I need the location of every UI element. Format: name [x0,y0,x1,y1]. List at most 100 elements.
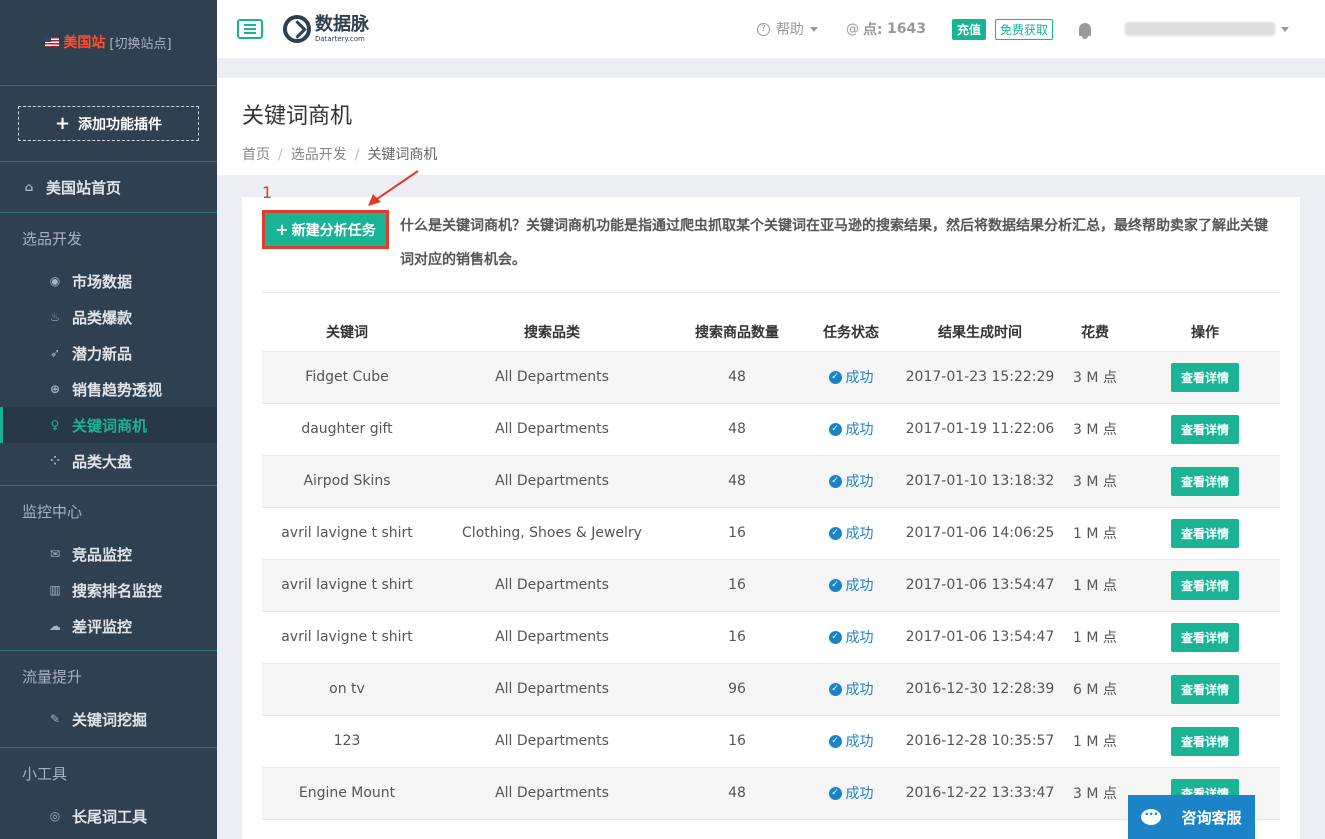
cell-time: 2017-01-10 13:18:32 [900,455,1060,508]
grid-icon: ⁘ [49,454,61,468]
sidebar-section-title: 流量提升 [22,667,83,686]
free-points-button[interactable]: 免费获取 [994,18,1053,40]
check-circle-icon: ✓ [828,682,842,696]
new-analysis-task-button[interactable]: + 新建分析任务 [262,210,389,249]
cell-keyword: avril lavigne t shirt [262,559,432,612]
cell-category: Clothing, Shoes & Jewelry [432,507,672,560]
intro-section: 1 + 新建分析任务 什么是关键词商机？关键词商机功能是指通过爬虫抓取某个关键词在… [262,170,1280,293]
envelope-icon: ✉ [49,547,61,561]
sidebar-item-keyword-opportunity[interactable]: ♀ 关键词商机 [0,407,217,443]
view-details-button[interactable]: 查看详情 [1170,674,1239,704]
switch-site-link[interactable]: [切换站点] [109,33,171,52]
sidebar-item-keyword-mining[interactable]: ✎ 关键词挖掘 [0,701,217,737]
sidebar-item-new-products[interactable]: ➶ 潜力新品 [0,335,217,371]
view-details-button[interactable]: 查看详情 [1170,570,1239,600]
sidebar-divider [0,212,217,213]
page-title: 关键词商机 [242,104,353,129]
add-plugin-wrap: + 添加功能插件 [0,86,217,161]
recharge-button[interactable]: 充值 [951,18,986,40]
home-icon: ⌂ [24,180,34,194]
sidebar-item-longtail-tool[interactable]: ◎ 长尾词工具 [0,798,217,834]
cell-status: ✓ 成功 [802,455,900,508]
sidebar-divider [0,485,217,486]
top-navbar: 数据脉 Datartery.com ? 帮助 @ 点: 1643 充值 免费获取 [217,0,1325,58]
view-details-button[interactable]: 查看详情 [1170,466,1239,496]
sidebar-item-label: 竞品监控 [72,545,133,564]
menu-toggle-button[interactable] [237,19,263,39]
chat-bubble-icon [1141,807,1162,825]
customer-service-button[interactable]: 咨询客服 [1128,795,1255,839]
user-account-blurred[interactable] [1125,22,1275,36]
sidebar-item-market-data[interactable]: ◉ 市场数据 [0,263,217,299]
col-category: 搜索品类 [432,313,672,352]
sidebar-item-rank-monitor[interactable]: ▥ 搜索排名监控 [0,572,217,608]
sidebar-divider [0,85,217,86]
cell-keyword: on tv [262,663,432,716]
plus-icon: + [54,113,71,134]
view-details-button[interactable]: 查看详情 [1170,362,1239,392]
check-circle-icon: ✓ [828,578,842,592]
check-circle-icon: ✓ [828,526,842,540]
caret-down-icon[interactable] [1281,26,1289,32]
sidebar-item-review-monitor[interactable]: ☁ 差评监控 [0,608,217,644]
sidebar-item-label: 美国站首页 [46,178,122,197]
cell-action: 查看详情 [1130,663,1280,716]
sidebar-item-category-overview[interactable]: ⁘ 品类大盘 [0,443,217,479]
cell-keyword: avril lavigne t shirt [262,611,432,664]
annotation-arrow-icon [368,170,419,206]
cell-category: All Departments [432,559,672,612]
view-details-button[interactable]: 查看详情 [1170,726,1239,756]
table-row: Airpod Skins All Departments 48 ✓ 成功 2017-01-… [262,455,1280,508]
cell-count: 48 [672,767,802,820]
site-switcher[interactable]: 美国站 [切换站点] [0,0,217,85]
cell-cost: 1 M 点 [1060,507,1130,560]
cell-action: 查看详情 [1130,403,1280,456]
sidebar-item-label: 潜力新品 [72,344,133,363]
status-label: 成功 [845,578,874,594]
sidebar-item-competitor-monitor[interactable]: ✉ 竞品监控 [0,536,217,572]
intro-description: 什么是关键词商机？关键词商机功能是指通过爬虫抓取某个关键词在亚马逊的搜索结果，然… [400,218,1268,268]
sidebar-item-sales-trend[interactable]: ⊕ 销售趋势透视 [0,371,217,407]
sidebar-section-title: 小工具 [22,764,68,783]
cell-action: 查看详情 [1130,507,1280,560]
sidebar-item-home[interactable]: ⌂ 美国站首页 [0,162,217,212]
add-plugin-button[interactable]: + 添加功能插件 [18,106,199,141]
breadcrumb-home[interactable]: 首页 [242,147,270,163]
check-circle-icon: ✓ [828,734,842,748]
cell-keyword: Airpod Skins [262,455,432,508]
status-label: 成功 [845,682,874,698]
points-label: 点: [862,22,883,38]
cell-time: 2017-01-23 15:22:29 [900,351,1060,404]
sidebar-item-label: 品类爆款 [72,308,133,327]
sidebar-item-label: 差评监控 [72,617,133,636]
cell-time: 2017-01-06 13:54:47 [900,559,1060,612]
table-header-row: 关键词 搜索品类 搜索商品数量 任务状态 结果生成时间 花费 操作 [262,313,1280,352]
cell-count: 48 [672,455,802,508]
bell-icon[interactable] [1079,22,1091,39]
plus-icon: + [275,220,289,239]
sidebar-item-label: 搜索排名监控 [72,581,163,600]
help-menu[interactable]: ? 帮助 [756,19,818,39]
sidebar-item-label: 长尾词工具 [72,807,148,826]
logo-text: 数据脉 Datartery.com [315,15,369,43]
sidebar-item-label: 市场数据 [72,272,133,291]
status-label: 成功 [845,630,874,646]
view-details-button[interactable]: 查看详情 [1170,518,1239,548]
page-heading: 关键词商机 首页 / 选品开发 / 关键词商机 [217,78,1325,175]
view-details-button[interactable]: 查看详情 [1170,622,1239,652]
cell-action: 查看详情 [1130,715,1280,768]
sidebar-divider [0,161,217,162]
cell-cost: 6 M 点 [1060,663,1130,716]
cell-status: ✓ 成功 [802,663,900,716]
view-details-button[interactable]: 查看详情 [1170,414,1239,444]
status-badge: ✓ 成功 [828,627,874,647]
help-label: 帮助 [775,22,804,38]
fire-icon: ♨ [49,310,61,324]
sidebar-item-hot-category[interactable]: ♨ 品类爆款 [0,299,217,335]
cell-time: 2017-01-06 14:06:25 [900,507,1060,560]
breadcrumb-product-dev[interactable]: 选品开发 [291,147,347,163]
bar-chart-icon: ▥ [49,583,61,597]
cell-count: 48 [672,351,802,404]
logo[interactable]: 数据脉 Datartery.com [283,15,369,43]
cell-time: 2016-12-28 10:35:57 [900,715,1060,768]
